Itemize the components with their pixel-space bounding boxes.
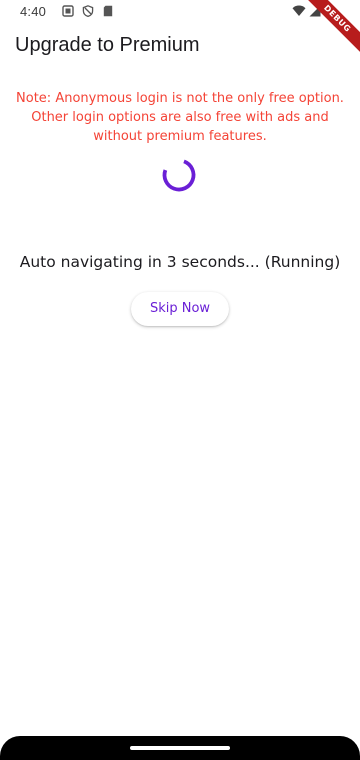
auto-navigation-status: Auto navigating in 3 seconds... (Running… [19, 253, 341, 271]
sd-card-icon [103, 5, 113, 17]
shield-icon [82, 5, 94, 17]
status-time: 4:40 [20, 4, 47, 19]
progress-spinner-icon [162, 159, 196, 192]
skip-now-button[interactable]: Skip Now [131, 292, 229, 326]
screen-record-icon [62, 5, 74, 17]
debug-banner-label: DEBUG [300, 0, 360, 56]
home-indicator[interactable] [130, 746, 230, 750]
free-options-note: Note: Anonymous login is not the only fr… [16, 91, 344, 144]
system-navigation-bar [0, 736, 360, 760]
debug-banner: DEBUG [300, 0, 360, 60]
page-title: Upgrade to Premium [15, 34, 200, 56]
